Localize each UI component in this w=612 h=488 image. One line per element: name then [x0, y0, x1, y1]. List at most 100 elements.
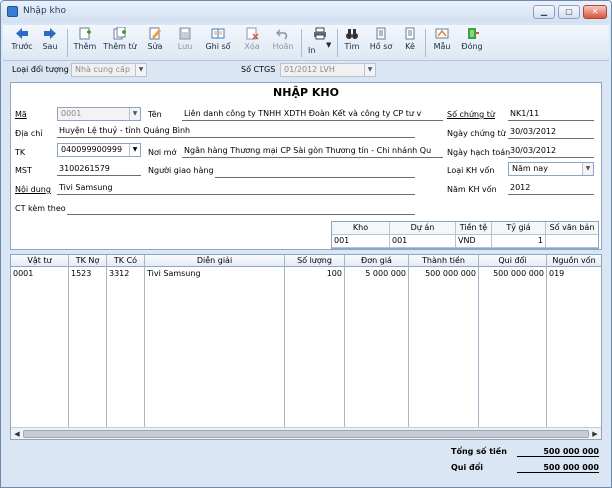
object-type-select[interactable]: Nhà cung cấp ▼ — [71, 63, 147, 77]
profile-icon — [376, 27, 386, 40]
toolbar: Trước Sau Thêm Thêm từ Sửa Lưu Ghi sổ Xó… — [3, 25, 609, 61]
cell-debit[interactable]: 1523 — [69, 268, 106, 280]
col-header-item[interactable]: Vật tư — [11, 255, 69, 267]
noimo-field[interactable]: Ngân hàng Thương mại CP Sài gòn Thương t… — [182, 144, 443, 158]
binoculars-icon — [346, 29, 358, 39]
arrow-left-icon — [16, 28, 28, 39]
sochungtu-field[interactable]: NK1/11 — [508, 107, 594, 121]
nhap-kho-window: Nhập kho ▁ ▢ ✕ Trước Sau Thêm Thêm từ Sử… — [0, 0, 612, 488]
diachi-field[interactable]: Huyện Lệ thuỷ - tỉnh Quảng Bình — [57, 124, 415, 138]
tk-label: TK — [15, 148, 26, 157]
noidung-field[interactable]: Tivi Samsung — [57, 181, 415, 195]
currency-cell[interactable]: VND — [456, 235, 492, 248]
title-bar: Nhập kho ▁ ▢ ✕ — [1, 1, 611, 23]
project-cell[interactable]: 001 — [390, 235, 456, 248]
undo-button[interactable]: Hoãn — [269, 27, 297, 59]
cell-amount[interactable]: 500 000 000 — [409, 268, 478, 280]
list-label: Kê — [405, 42, 415, 51]
find-button[interactable]: Tìm — [341, 27, 363, 59]
add-button[interactable]: Thêm — [72, 27, 98, 59]
profile-button[interactable]: Hồ sơ — [367, 27, 395, 59]
col-header-converted[interactable]: Qui đổi — [479, 255, 547, 267]
ngaychungtu-field[interactable]: 30/03/2012 — [508, 125, 594, 139]
doc-no-header: Số văn bản — [546, 222, 598, 235]
tk-value: 040099900999 — [61, 145, 123, 154]
minimize-button[interactable]: ▁ — [533, 5, 555, 19]
ma-field[interactable]: 0001 ▼ — [57, 107, 141, 121]
nguoigiao-field[interactable] — [215, 164, 415, 178]
maximize-button[interactable]: ▢ — [558, 5, 580, 19]
close-button[interactable]: ✕ — [583, 5, 607, 19]
close-form-button[interactable]: Đóng — [459, 27, 485, 59]
col-header-amount[interactable]: Thành tiền — [409, 255, 479, 267]
warehouse-cell[interactable]: 001 — [332, 235, 390, 248]
delete-button[interactable]: Xóa — [239, 27, 265, 59]
undo-icon — [276, 29, 288, 40]
post-ledger-button[interactable]: Ghi sổ — [203, 27, 233, 59]
scroll-left-icon[interactable]: ◀ — [12, 429, 22, 439]
cell-credit[interactable]: 3312 — [107, 268, 144, 280]
ctkem-field[interactable] — [67, 201, 415, 215]
nguoigiao-label: Người giao hàng — [148, 166, 214, 175]
ngayhachtoan-field[interactable]: 30/03/2012 — [508, 144, 594, 158]
namkh-field[interactable]: 2012 — [508, 181, 594, 195]
tk-field[interactable]: 040099900999 ▼ — [57, 143, 141, 157]
toolbar-separator — [425, 29, 426, 57]
column-divider — [106, 267, 107, 427]
ctgs-select[interactable]: 01/2012 LVH ▼ — [280, 63, 376, 77]
cell-item[interactable]: 0001 — [11, 268, 68, 280]
add-from-button[interactable]: Thêm từ — [102, 27, 138, 59]
next-label: Sau — [42, 42, 58, 51]
rate-cell[interactable]: 1 — [492, 235, 546, 248]
sochungtu-label: Số chứng từ — [447, 110, 495, 119]
col-header-credit[interactable]: TK Có — [107, 255, 145, 267]
add-from-label: Thêm từ — [103, 42, 137, 51]
mst-field[interactable]: 3100261579 — [57, 162, 141, 176]
cell-fund-source[interactable]: 019 — [547, 268, 601, 280]
col-header-description[interactable]: Diễn giải — [145, 255, 285, 267]
maximize-icon: ▢ — [565, 7, 573, 16]
warehouse-header: Kho — [332, 222, 390, 235]
app-icon — [7, 6, 18, 17]
ten-field[interactable]: Liên danh công ty TNHH XDTH Đoàn Kết và … — [182, 107, 443, 121]
toolbar-separator — [67, 29, 68, 57]
edit-button[interactable]: Sửa — [142, 27, 168, 59]
next-button[interactable]: Sau — [39, 27, 61, 59]
column-divider — [344, 267, 345, 427]
close-door-icon — [468, 28, 479, 39]
cell-quantity[interactable]: 100 — [285, 268, 344, 280]
ctgs-label: Số CTGS — [241, 65, 276, 74]
template-button[interactable]: Mẫu — [429, 27, 455, 59]
column-divider — [408, 267, 409, 427]
post-ledger-icon — [211, 28, 225, 39]
project-header: Dự án — [390, 222, 456, 235]
save-button[interactable]: Lưu — [172, 27, 198, 59]
print-button[interactable]: In ▼ — [305, 27, 335, 59]
column-divider — [144, 267, 145, 427]
cell-description[interactable]: Tivi Samsung — [145, 268, 284, 280]
prev-button[interactable]: Trước — [9, 27, 35, 59]
doc-no-cell[interactable] — [546, 235, 598, 248]
loaikh-select[interactable]: Năm nay ▼ — [508, 162, 594, 176]
list-button[interactable]: Kê — [399, 27, 421, 59]
ma-value: 0001 — [61, 109, 82, 118]
col-header-fund-source[interactable]: Nguồn vốn — [547, 255, 601, 267]
delete-label: Xóa — [244, 42, 260, 51]
print-dropdown-icon[interactable]: ▼ — [326, 41, 331, 49]
window-title: Nhập kho — [23, 6, 66, 16]
ngayhachtoan-label: Ngày hạch toán — [447, 148, 511, 157]
col-header-unit-price[interactable]: Đơn giá — [345, 255, 409, 267]
cell-converted[interactable]: 500 000 000 — [479, 268, 546, 280]
col-header-debit[interactable]: TK Nợ — [69, 255, 107, 267]
cell-unit-price[interactable]: 5 000 000 — [345, 268, 408, 280]
ma-label: Mã — [15, 110, 27, 119]
column-divider — [68, 267, 69, 427]
scroll-right-icon[interactable]: ▶ — [590, 429, 600, 439]
profile-label: Hồ sơ — [369, 42, 393, 51]
horizontal-scrollbar[interactable]: ◀ ▶ — [11, 427, 601, 439]
noidung-label: Nội dung — [15, 185, 51, 194]
column-divider — [478, 267, 479, 427]
scrollbar-thumb[interactable] — [23, 430, 589, 438]
form-title: NHẬP KHO — [273, 86, 339, 99]
col-header-quantity[interactable]: Số lượng — [285, 255, 345, 267]
